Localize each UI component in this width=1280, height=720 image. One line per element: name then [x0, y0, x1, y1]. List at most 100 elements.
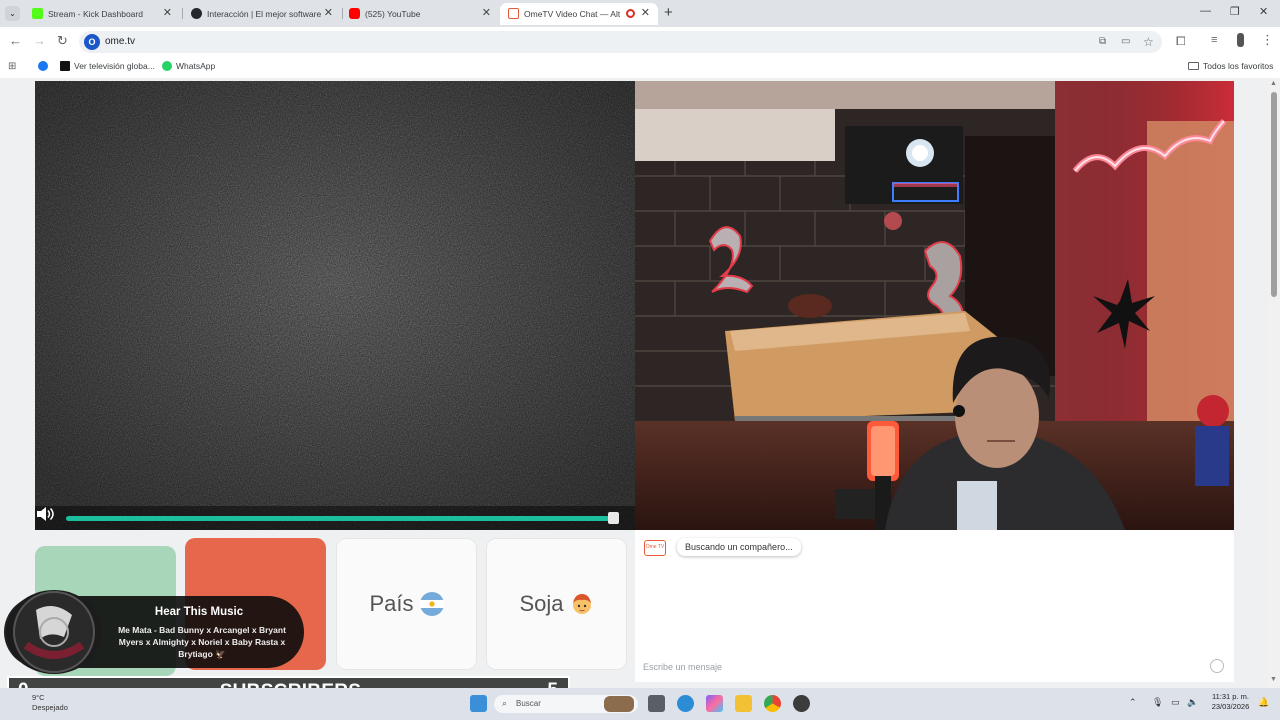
- album-art: [6, 590, 102, 674]
- taskbar-search[interactable]: ⌕ Buscar: [494, 695, 638, 713]
- notification-icon[interactable]: 🔔: [1258, 697, 1269, 708]
- back-icon[interactable]: ←: [9, 34, 22, 48]
- bookmark-label: WhatsApp: [176, 61, 216, 71]
- all-bookmarks-label: Todos los favoritos: [1203, 61, 1274, 71]
- scroll-thumb[interactable]: [1271, 92, 1277, 297]
- bookmark-tv[interactable]: Ver televisión globa...: [60, 61, 155, 71]
- weather-temperature: 9°C: [32, 693, 45, 702]
- video-controls: [35, 506, 635, 530]
- extensions-icon[interactable]: ⧠: [1176, 34, 1186, 49]
- address-bar[interactable]: O ome.tv ⧉ ▭ ☆: [79, 31, 1162, 53]
- close-window-icon[interactable]: ✕: [1259, 5, 1268, 18]
- tab-ometv[interactable]: OmeTV Video Chat — Alte ✕: [500, 3, 658, 25]
- close-tab-icon[interactable]: ✕: [163, 6, 172, 19]
- browser-toolbar: ← → ↻ O ome.tv ⧉ ▭ ☆ ⧠ ≡ ⋮: [0, 27, 1280, 56]
- webcam-feed: [635, 81, 1234, 530]
- page-scrollbar[interactable]: ▲ ▼: [1268, 78, 1280, 688]
- search-highlight-image: [604, 696, 634, 712]
- obs-icon[interactable]: [793, 695, 810, 712]
- music-widget: Hear This Music Me Mata - Bad Bunny x Ar…: [4, 590, 304, 674]
- music-track-name: Me Mata - Bad Bunny x Arcangel x Bryant …: [118, 625, 286, 659]
- tab-label: Stream - Kick Dashboard: [48, 9, 143, 19]
- tab-label: Interacción | El mejor software: [207, 9, 322, 19]
- volume-slider-handle[interactable]: [608, 512, 620, 524]
- close-tab-icon[interactable]: ✕: [641, 6, 650, 19]
- bookmark-label: Ver televisión globa...: [74, 61, 155, 71]
- site-info-icon[interactable]: O: [84, 34, 100, 50]
- tab-label: OmeTV Video Chat — Alte: [524, 9, 620, 19]
- tab-interaccion[interactable]: Interacción | El mejor software ✕: [183, 3, 341, 25]
- minimize-icon[interactable]: —: [1200, 5, 1211, 17]
- chat-message-input[interactable]: Escribe un mensaje: [643, 662, 722, 672]
- volume-slider[interactable]: [66, 516, 617, 521]
- close-tab-icon[interactable]: ✕: [482, 6, 491, 19]
- forward-icon[interactable]: →: [33, 34, 46, 48]
- media-controls-icon[interactable]: ≡: [1211, 34, 1217, 46]
- static-noise: [35, 81, 635, 530]
- chrome-icon[interactable]: [764, 695, 781, 712]
- task-view-icon[interactable]: [648, 695, 665, 712]
- bookmark-star-icon[interactable]: ☆: [1143, 35, 1154, 49]
- close-tab-icon[interactable]: ✕: [324, 6, 333, 19]
- weather-description: Despejado: [32, 703, 68, 712]
- restore-icon[interactable]: ❐: [1230, 5, 1240, 18]
- boy-emoji-icon: [570, 592, 594, 616]
- github-icon: [191, 8, 202, 19]
- reload-icon[interactable]: ↻: [57, 34, 68, 48]
- translate-icon[interactable]: ⧉: [1099, 36, 1106, 47]
- tray-overflow-icon[interactable]: ⌃: [1129, 697, 1137, 708]
- self-camera-video: [635, 81, 1234, 530]
- file-explorer-icon[interactable]: [735, 695, 752, 712]
- folder-icon: [1188, 62, 1199, 70]
- gender-filter-button[interactable]: Soja: [486, 538, 627, 670]
- edge-icon[interactable]: [677, 695, 694, 712]
- tab-search-button[interactable]: ⌄: [5, 6, 20, 21]
- stranger-video: [35, 81, 635, 530]
- bookmark-facebook[interactable]: [38, 61, 52, 71]
- recording-icon: [626, 9, 635, 18]
- copilot-icon[interactable]: [706, 695, 723, 712]
- browser-tab-strip: ⌄ Stream - Kick Dashboard ✕ Interacción …: [0, 0, 1280, 27]
- gender-label: Soja: [519, 591, 564, 616]
- argentina-flag-icon: [419, 592, 444, 616]
- bookmark-whatsapp[interactable]: WhatsApp: [162, 61, 215, 71]
- taskbar-clock[interactable]: 11:31 p. m. 23/03/2026: [1203, 692, 1258, 712]
- menu-kebab-icon[interactable]: ⋮: [1261, 32, 1274, 48]
- scroll-down-icon[interactable]: ▼: [1270, 676, 1277, 683]
- volume-icon[interactable]: [35, 506, 55, 522]
- tab-youtube[interactable]: (525) YouTube ✕: [343, 3, 499, 25]
- emoji-icon[interactable]: [1210, 659, 1224, 673]
- kick-icon: [32, 8, 43, 19]
- ometv-icon: [508, 8, 519, 19]
- music-widget-title: Hear This Music: [154, 606, 244, 618]
- microphone-icon[interactable]: 🎙: [1152, 697, 1163, 708]
- search-icon: ⌕: [502, 698, 508, 708]
- url-text[interactable]: ome.tv: [105, 36, 135, 47]
- bookmarks-bar: ⊞ Ver televisión globa... WhatsApp Todos…: [0, 56, 1280, 78]
- country-filter-button[interactable]: País: [336, 538, 477, 670]
- tab-label: (525) YouTube: [365, 9, 421, 19]
- clock-time: 11:31 p. m.: [1212, 692, 1249, 701]
- scroll-up-icon[interactable]: ▲: [1270, 80, 1277, 87]
- tv-icon: [60, 61, 70, 71]
- taskbar-search-label: Buscar: [516, 699, 541, 708]
- profile-icon[interactable]: [1237, 33, 1244, 47]
- network-icon[interactable]: ▭: [1171, 697, 1180, 708]
- chat-status-message: Buscando un compañero...: [677, 538, 801, 556]
- tab-kick-dashboard[interactable]: Stream - Kick Dashboard ✕: [22, 3, 180, 25]
- clock-date: 23/03/2026: [1211, 702, 1250, 711]
- youtube-icon: [349, 8, 360, 19]
- all-bookmarks[interactable]: Todos los favoritos: [1188, 61, 1273, 71]
- new-tab-button[interactable]: +: [664, 4, 673, 21]
- apps-grid-icon[interactable]: ⊞: [8, 61, 16, 72]
- facebook-icon: [38, 61, 48, 71]
- whatsapp-icon: [162, 61, 172, 71]
- ometv-logo: Ome TV: [644, 540, 666, 556]
- chat-panel: Ome TV Buscando un compañero... Escribe …: [635, 530, 1234, 682]
- windows-start-icon[interactable]: [470, 695, 487, 712]
- speaker-icon[interactable]: 🔈: [1187, 697, 1198, 708]
- cast-icon[interactable]: ▭: [1121, 36, 1130, 47]
- country-label: País: [369, 591, 414, 616]
- weather-widget[interactable]: 9°C Despejado: [32, 693, 68, 713]
- windows-taskbar: 9°C Despejado ⌕ Buscar ⌃ 🎙 ▭ 🔈 11:31 p. …: [0, 688, 1280, 720]
